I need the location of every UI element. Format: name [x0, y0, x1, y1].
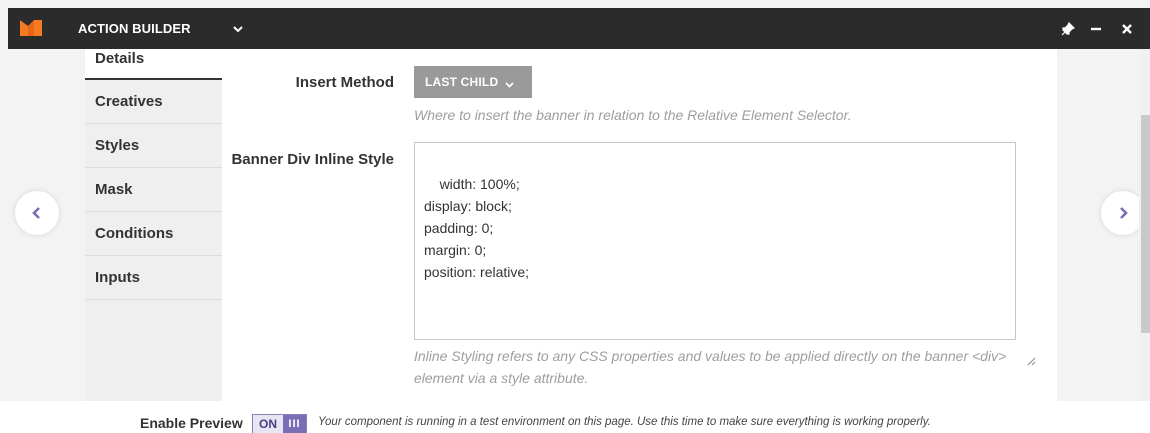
insert-method-dropdown[interactable]: LAST CHILD [414, 66, 532, 98]
banner-style-help-line1: Inline Styling refers to any CSS propert… [414, 348, 1007, 364]
chevron-left-icon [32, 207, 40, 219]
insert-method-value: LAST CHILD [425, 75, 499, 89]
banner-style-textarea[interactable]: width: 100%; display: block; padding: 0;… [414, 142, 1036, 366]
pin-icon[interactable] [1055, 8, 1081, 49]
sidebar-item-details[interactable]: Details [85, 49, 222, 80]
sidebar-item-creatives[interactable]: Creatives [85, 80, 222, 124]
sidebar-item-inputs[interactable]: Inputs [85, 256, 222, 300]
scrollbar-thumb[interactable] [1141, 115, 1150, 333]
close-icon[interactable] [1114, 8, 1140, 49]
title-bar: ACTION BUILDER [8, 8, 1150, 49]
preview-footer: Enable Preview ON III Your component is … [0, 401, 1150, 433]
resize-grip-icon[interactable] [1004, 328, 1036, 366]
sidebar-item-styles[interactable]: Styles [85, 124, 222, 168]
app-title: ACTION BUILDER [78, 21, 191, 36]
sidebar-item-conditions[interactable]: Conditions [85, 212, 222, 256]
insert-method-label: Insert Method [295, 74, 394, 91]
logo-icon [20, 20, 42, 36]
insert-method-help: Where to insert the banner in relation t… [414, 107, 852, 123]
banner-style-label: Banner Div Inline Style [231, 151, 394, 168]
enable-preview-label: Enable Preview [140, 415, 243, 431]
chevron-down-icon [505, 78, 514, 88]
scrollbar[interactable] [1139, 49, 1150, 401]
details-panel: Insert Method LAST CHILD Where to insert… [222, 49, 1057, 401]
toggle-handle-icon: III [283, 415, 306, 433]
chevron-down-icon[interactable] [232, 22, 244, 34]
sidebar-item-mask[interactable]: Mask [85, 168, 222, 212]
sidebar-nav: Details Creatives Styles Mask Conditions… [85, 49, 222, 401]
enable-preview-toggle[interactable]: ON III [252, 414, 307, 433]
prev-step-button[interactable] [15, 191, 59, 235]
banner-style-help-line2: element via a style attribute. [414, 370, 589, 386]
preview-note: Your component is running in a test envi… [318, 416, 931, 428]
minimize-icon[interactable] [1083, 8, 1109, 49]
banner-style-value: width: 100%; display: block; padding: 0;… [424, 176, 530, 280]
chevron-right-icon [1120, 207, 1128, 219]
toggle-on-text: ON [253, 415, 283, 433]
